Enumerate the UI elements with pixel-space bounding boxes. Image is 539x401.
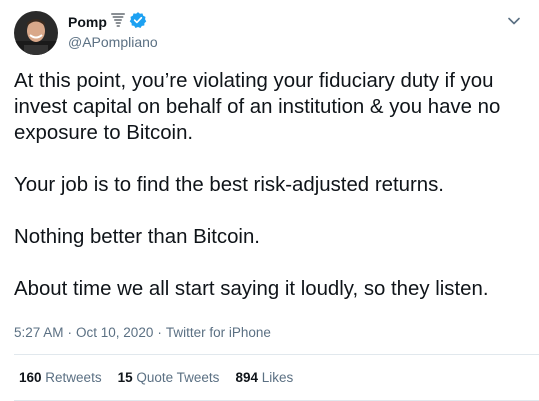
tweet-date[interactable]: Oct 10, 2020 xyxy=(76,325,153,340)
more-options-button[interactable] xyxy=(504,11,524,31)
retweets-count: 160 xyxy=(19,370,42,385)
tornado-icon xyxy=(110,12,125,33)
retweets-stat[interactable]: 160 Retweets xyxy=(19,370,102,385)
tweet-paragraph: Nothing better than Bitcoin. xyxy=(14,226,260,248)
quote-tweets-stat[interactable]: 15 Quote Tweets xyxy=(118,370,220,385)
display-name[interactable]: Pomp xyxy=(68,14,107,30)
verified-badge-icon xyxy=(129,11,147,34)
author-block: Pomp @APompliano xyxy=(68,11,158,50)
tweet-paragraph: At this point, you’re violating your fid… xyxy=(14,70,501,144)
likes-count: 894 xyxy=(235,370,258,385)
meta-separator: · xyxy=(67,325,73,340)
avatar-image xyxy=(14,11,58,55)
chevron-down-icon xyxy=(508,17,520,25)
avatar[interactable] xyxy=(14,11,58,55)
author-name-row: Pomp xyxy=(68,11,158,34)
tweet-metadata: 5:27 AM · Oct 10, 2020 · Twitter for iPh… xyxy=(14,325,271,340)
tweet-source[interactable]: Twitter for iPhone xyxy=(166,325,271,340)
tweet-text: At this point, you’re violating your fid… xyxy=(14,68,529,302)
author-handle[interactable]: @APompliano xyxy=(68,34,158,50)
quote-tweets-count: 15 xyxy=(117,370,133,385)
tweet-time[interactable]: 5:27 AM xyxy=(14,325,64,340)
tweet-stats: 160 Retweets 15 Quote Tweets 894 Likes xyxy=(19,370,293,385)
tweet-paragraph: About time we all start saying it loudly… xyxy=(14,278,489,300)
quote-tweets-label: Quote Tweets xyxy=(136,370,220,385)
meta-separator: · xyxy=(157,325,162,340)
divider xyxy=(14,354,539,355)
retweets-label: Retweets xyxy=(45,370,102,385)
tweet-paragraph: Your job is to find the best risk-adjust… xyxy=(14,174,444,196)
likes-stat[interactable]: 894 Likes xyxy=(235,370,293,385)
likes-label: Likes xyxy=(261,370,294,385)
tweet-card: Pomp @APompliano At this point, you’re v… xyxy=(0,0,539,401)
